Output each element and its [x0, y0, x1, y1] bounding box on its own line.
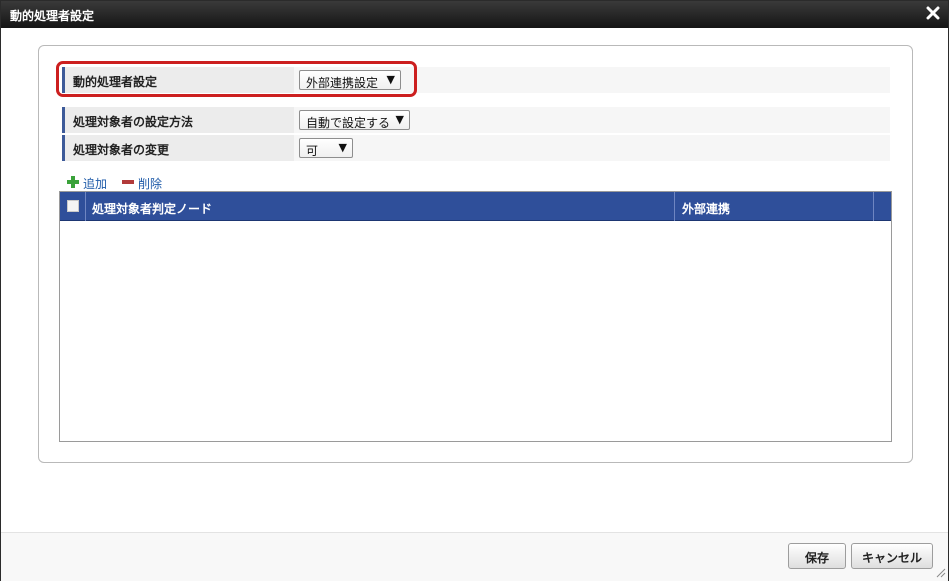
select-value: 自動で設定する: [306, 116, 391, 130]
row-label: 処理対象者の設定方法: [62, 107, 294, 133]
column-header-external[interactable]: 外部連携: [682, 200, 730, 217]
dialog-title: 動的処理者設定: [10, 9, 95, 23]
dropdown-arrow-icon: ▼: [338, 141, 347, 154]
add-label: 追加: [83, 177, 108, 191]
table-header: 処理対象者判定ノード 外部連携: [60, 192, 891, 221]
processor-table: 処理対象者判定ノード 外部連携: [59, 191, 892, 442]
delete-button[interactable]: 削除: [121, 174, 171, 191]
cancel-button[interactable]: キャンセル: [851, 543, 933, 569]
column-divider: [85, 192, 86, 221]
highlight-box: [56, 61, 417, 97]
column-divider: [873, 192, 874, 221]
setting-method-select[interactable]: 自動で設定する ▼: [299, 110, 410, 130]
dialog-titlebar[interactable]: 動的処理者設定: [1, 1, 948, 28]
minus-icon: [121, 175, 135, 189]
target-change-label: 処理対象者の変更: [73, 143, 170, 157]
column-divider: [674, 192, 675, 221]
row-value: 自動で設定する ▼: [294, 107, 890, 133]
target-change-select[interactable]: 可 ▼: [299, 138, 353, 158]
target-change-row: 処理対象者の変更 可 ▼: [62, 135, 890, 161]
cancel-label: キャンセル: [861, 551, 922, 565]
save-label: 保存: [804, 551, 829, 565]
delete-label: 削除: [138, 177, 163, 191]
row-value: 可 ▼: [294, 135, 890, 161]
save-button[interactable]: 保存: [788, 543, 846, 569]
dialog-window: 動的処理者設定 動的処理者設定 外部連携設定 ▼ 処理対象者の設定方法 自動で設…: [0, 0, 949, 581]
row-label: 処理対象者の変更: [62, 135, 294, 161]
resize-handle-icon[interactable]: [934, 566, 946, 578]
dropdown-arrow-icon: ▼: [395, 113, 404, 126]
setting-method-row: 処理対象者の設定方法 自動で設定する ▼: [62, 107, 890, 133]
column-header-node[interactable]: 処理対象者判定ノード: [92, 200, 212, 217]
plus-icon: [66, 175, 80, 189]
close-icon[interactable]: [926, 6, 940, 20]
setting-method-label: 処理対象者の設定方法: [73, 115, 194, 129]
add-button[interactable]: 追加: [66, 174, 116, 191]
select-value: 可: [306, 144, 319, 158]
select-all-checkbox[interactable]: [67, 200, 79, 212]
